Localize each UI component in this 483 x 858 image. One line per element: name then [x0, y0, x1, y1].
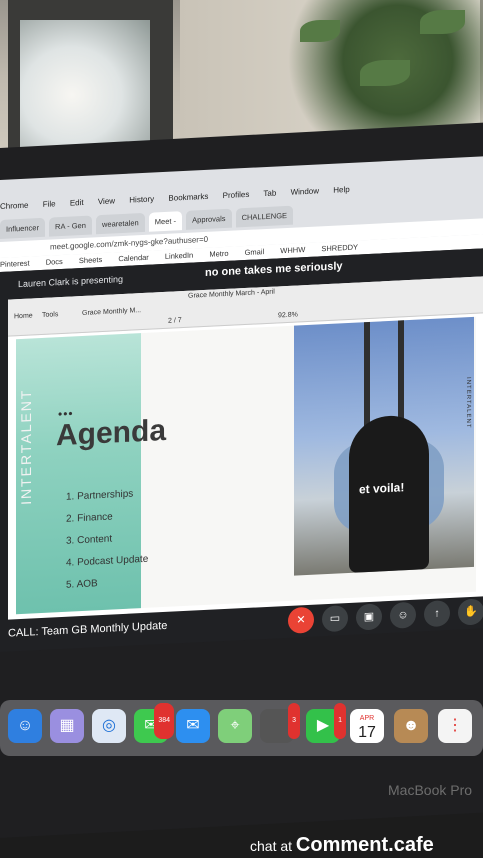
calendar-day: 17	[358, 724, 376, 741]
browser-tab[interactable]: wearetalen	[95, 212, 145, 235]
plant-leaf	[360, 60, 410, 86]
laptop-screen: Chrome File Edit View History Bookmarks …	[0, 156, 483, 652]
facetime-icon[interactable]: ▶ 1	[306, 703, 346, 743]
watermark-site: Comment.cafe	[295, 834, 434, 856]
slide: INTERTALENT ••• Agenda 1. Partnerships 2…	[16, 316, 476, 615]
maps-icon[interactable]: ⌖	[218, 709, 252, 743]
presenter-label: Lauren Clark is presenting	[18, 273, 124, 290]
safari-icon[interactable]: ◎	[92, 709, 126, 743]
watermark-prefix: chat at	[250, 838, 293, 854]
browser-tab-active[interactable]: Meet -	[148, 211, 183, 232]
mic-off-icon[interactable]: ✕	[288, 606, 314, 634]
calendar-icon[interactable]: APR 17	[350, 709, 384, 743]
browser-tab[interactable]: RA - Gen	[49, 215, 92, 237]
browser-tab[interactable]: Influencer	[0, 217, 45, 239]
menu-item[interactable]: View	[98, 196, 115, 206]
bookmark[interactable]: LinkedIn	[165, 251, 193, 261]
dock: ☺ ▦ ◎ ✉ 384 ✉ ⌖ 3 ▶ 1 APR 17 ☻ ⋮	[0, 700, 483, 756]
menu-item[interactable]: Bookmarks	[168, 192, 208, 203]
captions-icon[interactable]: ▣	[356, 603, 382, 631]
bookmark[interactable]: Sheets	[79, 255, 102, 265]
messages-icon[interactable]: ✉ 384	[134, 703, 174, 743]
pdf-tab[interactable]: Home	[14, 312, 33, 320]
pdf-title: Grace Monthly March - April	[188, 288, 275, 300]
bookmark[interactable]: Docs	[46, 257, 63, 267]
plant-leaf	[300, 20, 340, 42]
brand-vertical-right: INTERTALENT	[465, 376, 471, 429]
eiffel-photo: et voila!	[294, 316, 474, 576]
menu-item[interactable]: Help	[333, 185, 349, 195]
agenda-item: 5. AOB	[66, 578, 98, 591]
camera-icon[interactable]: ▭	[322, 604, 348, 633]
menu-item[interactable]: Window	[291, 186, 319, 196]
menu-item[interactable]: Tab	[263, 188, 276, 198]
browser-tab[interactable]: CHALLENGE	[235, 205, 294, 228]
plant-leaf	[420, 10, 465, 34]
bookmark[interactable]: Pinterest	[0, 259, 30, 269]
page-indicator: 2 / 7	[168, 317, 182, 325]
meet-view: Lauren Clark is presenting no one takes …	[0, 248, 483, 652]
app-badge: 3	[288, 703, 300, 739]
call-title: CALL: Team GB Monthly Update	[8, 619, 168, 640]
launchpad-icon[interactable]: ▦	[50, 709, 84, 743]
emoji-icon[interactable]: ☺	[390, 601, 416, 629]
menu-item[interactable]: Chrome	[0, 201, 28, 211]
bookmark[interactable]: Calendar	[118, 253, 148, 263]
app-icon[interactable]: 3	[260, 703, 300, 743]
contacts-icon[interactable]: ☻	[394, 709, 428, 743]
photo-caption: et voila!	[359, 480, 405, 497]
laptop-brand: MacBook Pro	[388, 782, 473, 798]
pdf-window: Grace Monthly March - April Home Tools G…	[8, 276, 483, 620]
bookmark[interactable]: SHREDDY	[321, 242, 358, 253]
agenda-item: 4. Podcast Update	[66, 553, 149, 569]
mail-icon[interactable]: ✉	[176, 709, 210, 743]
messages-badge: 384	[154, 703, 174, 739]
agenda-list: 1. Partnerships 2. Finance 3. Content 4.…	[66, 483, 148, 597]
menu-item[interactable]: Edit	[70, 198, 84, 208]
bookmark[interactable]: Gmail	[245, 247, 265, 257]
pdf-tab[interactable]: Grace Monthly M...	[82, 307, 141, 317]
watermark: chat at Comment.cafe	[250, 834, 434, 857]
menu-item[interactable]: Profiles	[223, 190, 250, 200]
pdf-tab[interactable]: Tools	[42, 311, 58, 319]
browser-tab[interactable]: Approvals	[186, 208, 232, 230]
bookmark[interactable]: Metro	[209, 249, 228, 259]
finder-icon[interactable]: ☺	[8, 709, 42, 743]
menu-item[interactable]: File	[43, 199, 56, 209]
raise-hand-icon[interactable]: ✋	[458, 598, 483, 626]
present-icon[interactable]: ↑	[424, 599, 450, 628]
slide-title: Agenda	[56, 413, 167, 453]
facetime-badge: 1	[334, 703, 346, 739]
bookmark[interactable]: WHHW	[280, 245, 305, 255]
menu-item[interactable]: History	[129, 194, 154, 204]
reminders-icon[interactable]: ⋮	[438, 709, 472, 743]
brand-vertical: INTERTALENT	[18, 388, 35, 506]
story-caption: no one takes me seriously	[205, 260, 343, 279]
zoom-level[interactable]: 92.8%	[278, 311, 298, 319]
